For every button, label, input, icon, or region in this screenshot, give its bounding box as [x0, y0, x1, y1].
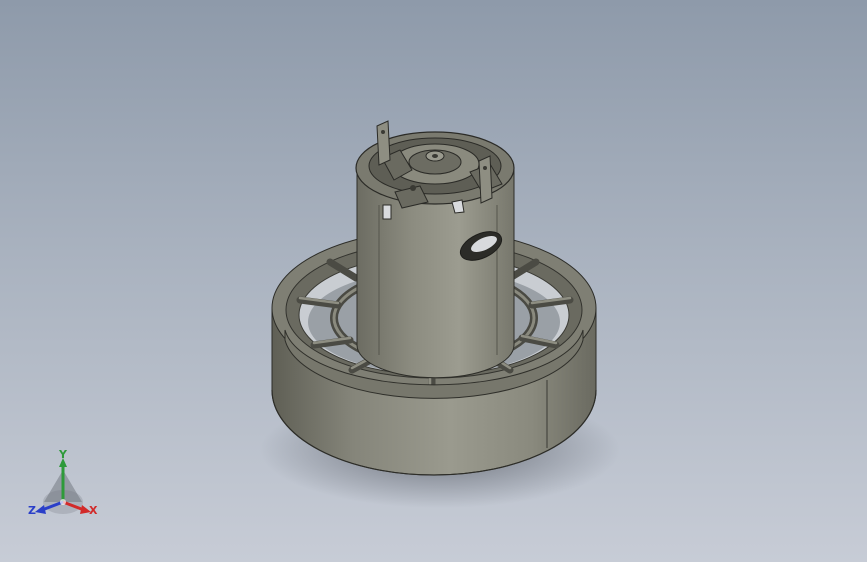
graphics-viewport[interactable]: Y X Z [0, 0, 867, 562]
coordinate-triad[interactable]: Y X Z [24, 448, 104, 524]
z-axis-label: Z [28, 504, 36, 517]
motor-assembly-model[interactable] [0, 0, 867, 562]
y-axis-label: Y [59, 448, 67, 461]
x-axis-label: X [89, 504, 98, 517]
